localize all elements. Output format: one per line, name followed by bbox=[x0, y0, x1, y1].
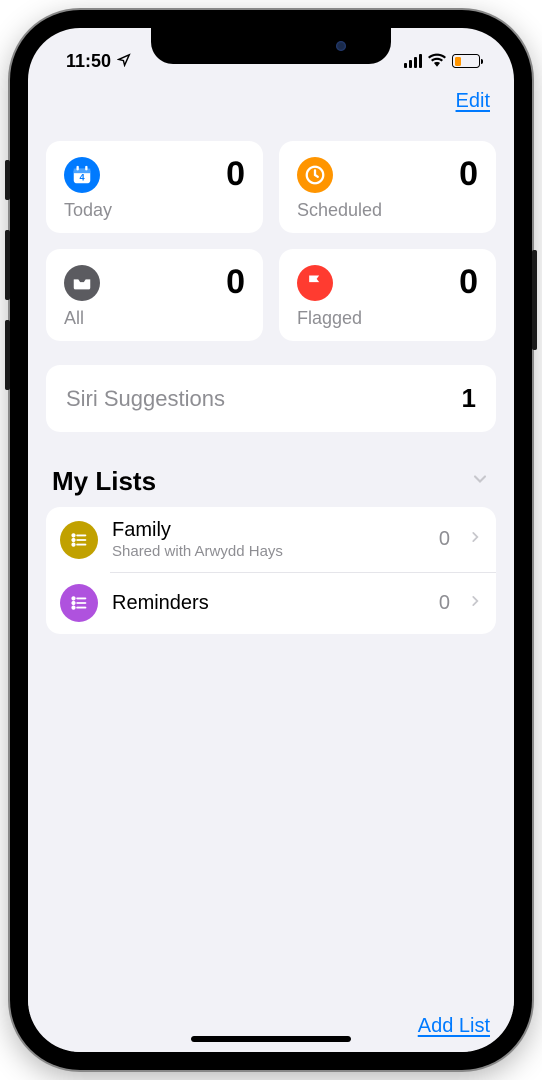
status-time: 11:50 bbox=[66, 51, 111, 72]
card-today[interactable]: 4 0 Today bbox=[46, 141, 263, 233]
list-row-reminders[interactable]: Reminders 0 bbox=[46, 572, 496, 634]
chevron-down-icon bbox=[470, 469, 490, 494]
battery-icon bbox=[452, 54, 480, 68]
list-name: Reminders bbox=[112, 592, 425, 615]
chevron-right-icon bbox=[468, 528, 482, 551]
section-title: My Lists bbox=[52, 466, 156, 497]
list-count: 0 bbox=[439, 528, 450, 551]
cellular-icon bbox=[404, 54, 423, 68]
wifi-icon bbox=[428, 51, 446, 72]
card-flagged-count: 0 bbox=[333, 263, 478, 302]
power-button bbox=[532, 250, 537, 350]
edit-button[interactable]: Edit bbox=[456, 90, 490, 113]
clock-icon bbox=[297, 157, 333, 193]
card-today-label: Today bbox=[64, 200, 245, 221]
location-icon bbox=[117, 51, 131, 72]
list-name: Family bbox=[112, 519, 425, 542]
bottom-bar: Add List bbox=[28, 999, 514, 1052]
add-list-button[interactable]: Add List bbox=[418, 1015, 490, 1038]
card-flagged[interactable]: 0 Flagged bbox=[279, 249, 496, 341]
calendar-today-icon: 4 bbox=[64, 157, 100, 193]
card-today-count: 0 bbox=[100, 155, 245, 194]
notch bbox=[151, 28, 391, 64]
tray-icon bbox=[64, 265, 100, 301]
list-icon bbox=[60, 521, 98, 559]
volume-up-button bbox=[5, 230, 10, 300]
list-subtitle: Shared with Arwydd Hays bbox=[112, 543, 425, 560]
flag-icon bbox=[297, 265, 333, 301]
card-scheduled-label: Scheduled bbox=[297, 200, 478, 221]
lists-container: Family Shared with Arwydd Hays 0 Reminde… bbox=[46, 507, 496, 634]
card-all[interactable]: 0 All bbox=[46, 249, 263, 341]
card-scheduled[interactable]: 0 Scheduled bbox=[279, 141, 496, 233]
content: 4 0 Today 0 Scheduled 0 bbox=[28, 121, 514, 999]
card-flagged-label: Flagged bbox=[297, 308, 478, 329]
volume-down-button bbox=[5, 320, 10, 390]
navigation-bar: Edit bbox=[28, 80, 514, 121]
camera-dot bbox=[336, 41, 346, 51]
screen: 11:50 Edit bbox=[28, 28, 514, 1052]
list-row-family[interactable]: Family Shared with Arwydd Hays 0 bbox=[46, 507, 496, 572]
card-all-label: All bbox=[64, 308, 245, 329]
siri-suggestions-label: Siri Suggestions bbox=[66, 386, 225, 412]
cards-grid: 4 0 Today 0 Scheduled 0 bbox=[46, 141, 496, 341]
list-icon bbox=[60, 584, 98, 622]
card-all-count: 0 bbox=[100, 263, 245, 302]
chevron-right-icon bbox=[468, 592, 482, 615]
home-indicator[interactable] bbox=[191, 1036, 351, 1042]
my-lists-header[interactable]: My Lists bbox=[52, 466, 490, 497]
device-frame: 11:50 Edit bbox=[10, 10, 532, 1070]
list-count: 0 bbox=[439, 592, 450, 615]
card-scheduled-count: 0 bbox=[333, 155, 478, 194]
mute-switch bbox=[5, 160, 10, 200]
siri-suggestions-count: 1 bbox=[462, 383, 476, 414]
siri-suggestions-row[interactable]: Siri Suggestions 1 bbox=[46, 365, 496, 432]
